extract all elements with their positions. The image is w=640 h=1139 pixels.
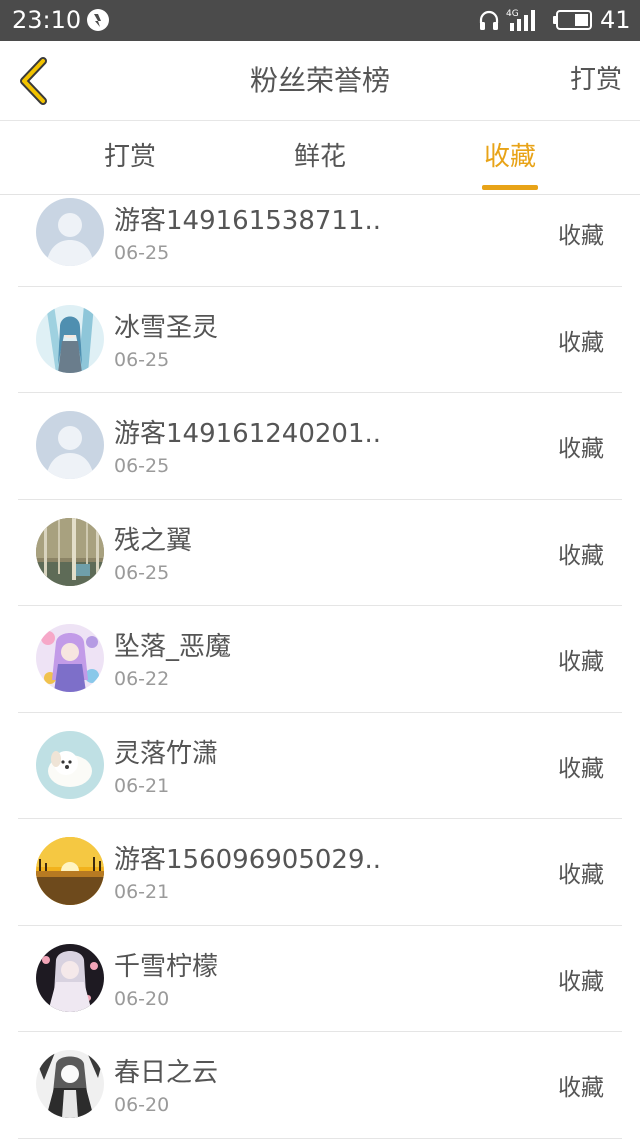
avatar[interactable] <box>36 943 104 1012</box>
fan-action: 收藏 <box>558 862 604 888</box>
list-item[interactable]: 游客149161538711.. 06-25 收藏 <box>0 180 640 287</box>
anime-avatar-icon <box>36 624 104 692</box>
fan-name: 游客156096905029.. <box>114 845 382 875</box>
fan-date: 06-25 <box>114 561 170 584</box>
fan-date: 06-25 <box>114 455 170 477</box>
fan-name: 灵落竹潇 <box>114 738 219 769</box>
list-item[interactable]: 冰雪圣灵 06-25 收藏 <box>0 287 640 393</box>
headphone-icon <box>479 10 499 30</box>
battery-icon <box>553 10 592 30</box>
fan-date: 06-20 <box>114 1094 170 1116</box>
chevron-left-icon <box>20 57 47 105</box>
list-item[interactable]: 残之翼 06-25 收藏 <box>0 500 640 606</box>
avatar[interactable] <box>36 411 104 479</box>
default-avatar-icon <box>36 198 104 266</box>
fan-name: 游客149161538711.. <box>114 206 382 236</box>
anime-avatar-icon <box>36 1050 104 1118</box>
list-item[interactable]: 游客156096905029.. 06-21 收藏 <box>0 819 640 926</box>
notification-app-icon <box>87 9 109 31</box>
list-item[interactable]: 游客149161240201.. 06-25 收藏 <box>0 393 640 500</box>
fan-date: 06-21 <box>114 881 170 903</box>
anime-avatar-icon <box>36 304 104 373</box>
reward-button[interactable]: 打赏 <box>570 41 622 120</box>
fan-action: 收藏 <box>558 755 604 782</box>
avatar[interactable] <box>36 624 104 692</box>
list-item[interactable]: 千雪柠檬 06-20 收藏 <box>0 926 640 1032</box>
list-item[interactable]: 春日之云 06-20 收藏 <box>0 1032 640 1139</box>
fan-name: 游客149161240201.. <box>114 419 382 449</box>
fan-date: 06-25 <box>114 348 170 371</box>
anime-avatar-icon <box>36 943 104 1012</box>
signal-icon: 4G <box>506 9 535 31</box>
sunset-avatar-icon <box>36 837 104 905</box>
fan-name: 冰雪圣灵 <box>114 312 219 343</box>
status-time: 23:10 <box>12 6 82 34</box>
fan-name: 千雪柠檬 <box>114 951 219 982</box>
fan-action: 收藏 <box>558 542 604 569</box>
fan-name: 残之翼 <box>114 525 193 556</box>
fan-action: 收藏 <box>558 968 604 995</box>
avatar[interactable] <box>36 730 104 799</box>
fan-name: 春日之云 <box>114 1058 219 1088</box>
fan-date: 06-20 <box>114 987 170 1010</box>
status-bar: 23:10 4G 41 <box>0 0 640 41</box>
fan-date: 06-21 <box>114 774 170 797</box>
avatar[interactable] <box>36 304 104 373</box>
battery-percent: 41 <box>600 6 631 34</box>
forest-avatar-icon <box>36 517 104 586</box>
fan-action: 收藏 <box>558 436 604 462</box>
fan-name: 坠落_恶魔 <box>114 632 232 662</box>
list-item[interactable]: 坠落_恶魔 06-22 收藏 <box>0 606 640 713</box>
avatar[interactable] <box>36 517 104 586</box>
default-avatar-icon <box>36 411 104 479</box>
avatar[interactable] <box>36 1050 104 1118</box>
fan-date: 06-25 <box>114 242 170 264</box>
fan-action: 收藏 <box>558 649 604 675</box>
fan-action: 收藏 <box>558 329 604 356</box>
fan-date: 06-22 <box>114 668 170 690</box>
fan-action: 收藏 <box>558 1075 604 1101</box>
avatar[interactable] <box>36 837 104 905</box>
title-bar: 粉丝荣誉榜 打赏 <box>0 41 640 121</box>
back-button[interactable] <box>10 51 60 111</box>
page-title: 粉丝荣誉榜 <box>249 64 390 97</box>
puppy-avatar-icon <box>36 730 104 799</box>
list-item[interactable]: 灵落竹潇 06-21 收藏 <box>0 713 640 819</box>
avatar[interactable] <box>36 198 104 266</box>
fan-action: 收藏 <box>558 223 604 249</box>
network-type-label: 4G <box>506 9 519 19</box>
fan-list: 游客149161538711.. 06-25 收藏 冰雪圣灵 06-25 收藏 <box>0 180 640 1139</box>
